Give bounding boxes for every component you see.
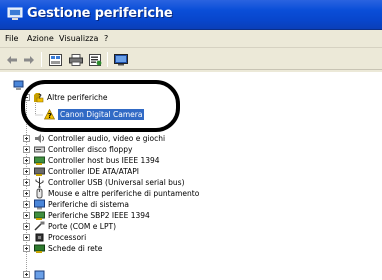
toolbar-separator <box>41 52 42 67</box>
controller-card-icon <box>34 167 45 176</box>
expand-toggle[interactable] <box>23 201 30 208</box>
tree-label: Controller USB (Universal serial bus) <box>48 178 185 187</box>
window-title: Gestione periferiche <box>27 6 173 21</box>
title-bar[interactable]: Gestione periferiche <box>0 0 382 30</box>
processor-icon <box>35 233 44 242</box>
tree-item-ide-controller[interactable]: Controller IDE ATA/ATAPI <box>23 166 223 177</box>
tree-item-ieee1394-host[interactable]: Controller host bus IEEE 1394 <box>23 155 223 166</box>
toolbar <box>0 49 382 70</box>
expand-toggle[interactable] <box>23 223 30 230</box>
tree-item-mouse[interactable]: Mouse e altre periferiche di puntamento <box>23 188 243 199</box>
tree-label: Processori <box>48 233 87 242</box>
expand-toggle[interactable] <box>23 146 30 153</box>
controller-card-icon <box>34 211 45 220</box>
tree-item-network-adapters[interactable]: Schede di rete <box>23 243 223 254</box>
tree-item-ports[interactable]: Porte (COM e LPT) <box>23 221 223 232</box>
expand-toggle[interactable] <box>23 212 30 219</box>
menu-file[interactable]: File <box>5 34 18 43</box>
menu-help[interactable]: ? <box>104 34 108 43</box>
tree-label: Controller audio, video e giochi <box>48 134 166 143</box>
expand-toggle[interactable] <box>23 179 30 186</box>
expand-toggle[interactable] <box>23 234 30 241</box>
device-manager-window: Gestione periferiche File Azione Visuali… <box>0 0 382 280</box>
expand-toggle[interactable] <box>23 157 30 164</box>
tree-label: Schede di rete <box>48 244 103 253</box>
tree-label: Mouse e altre periferiche di puntamento <box>48 189 200 198</box>
expand-toggle[interactable] <box>23 245 30 252</box>
expand-toggle[interactable] <box>23 135 30 142</box>
expand-toggle[interactable] <box>23 168 30 175</box>
tree-item-partial[interactable] <box>23 269 63 280</box>
tree-item-floppy[interactable]: Controller disco floppy <box>23 144 223 155</box>
properties-icon[interactable] <box>87 52 103 67</box>
computer-icon <box>7 7 23 20</box>
usb-icon <box>35 177 44 188</box>
toolbar-separator <box>107 52 108 67</box>
network-card-icon <box>34 244 45 253</box>
port-icon <box>34 221 45 231</box>
speaker-icon <box>35 134 44 143</box>
print-icon[interactable] <box>68 52 84 67</box>
tree-label: Controller host bus IEEE 1394 <box>48 156 160 165</box>
tree-item-controller-audio[interactable]: Controller audio, video e giochi <box>23 133 223 144</box>
tree-item-system-devices[interactable]: Periferiche di sistema <box>23 199 223 210</box>
menu-azione[interactable]: Azione <box>27 34 54 43</box>
tree-item-usb-controller[interactable]: Controller USB (Universal serial bus) <box>23 177 223 188</box>
highlight-callout <box>21 80 180 132</box>
tree-item-processors[interactable]: Processori <box>23 232 223 243</box>
device-icon <box>34 270 45 280</box>
expand-toggle[interactable] <box>23 271 30 278</box>
menu-bar: File Azione Visualizza ? <box>0 31 382 48</box>
tree-label: Periferiche SBP2 IEEE 1394 <box>48 211 150 220</box>
forward-arrow-icon[interactable] <box>21 52 37 67</box>
back-arrow-icon[interactable] <box>4 52 20 67</box>
controller-card-icon <box>34 156 45 165</box>
tree-label: Controller IDE ATA/ATAPI <box>48 167 140 176</box>
tree-item-sbp2[interactable]: Periferiche SBP2 IEEE 1394 <box>23 210 223 221</box>
view-icon[interactable] <box>47 52 63 67</box>
tree-label: Periferiche di sistema <box>48 200 129 209</box>
mouse-icon <box>36 188 43 199</box>
tree-label: Controller disco floppy <box>48 145 133 154</box>
floppy-drive-icon <box>34 146 45 153</box>
tree-label: Porte (COM e LPT) <box>48 222 116 231</box>
system-device-icon <box>34 199 45 210</box>
menu-visualizza[interactable]: Visualizza <box>59 34 98 43</box>
scan-hardware-icon[interactable] <box>113 52 129 67</box>
expand-toggle[interactable] <box>23 190 30 197</box>
